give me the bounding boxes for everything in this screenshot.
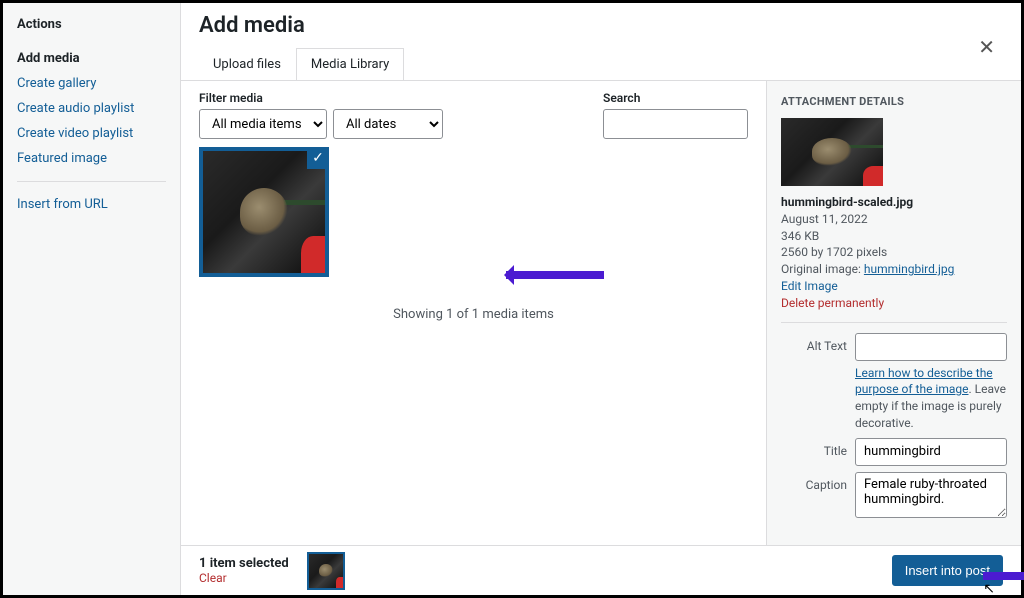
thumbnail-selected-check[interactable]: ✓ (307, 147, 329, 169)
media-pane: Filter media All media items All dates S… (181, 81, 766, 545)
tabs: Upload files Media Library (198, 38, 404, 81)
clear-selection-link[interactable]: Clear (199, 571, 289, 585)
annotation-arrow-2 (983, 572, 1024, 580)
details-date: August 11, 2022 (781, 211, 1007, 228)
sidebar-item-featured-image[interactable]: Featured image (17, 146, 166, 171)
annotation-arrow (506, 271, 604, 279)
filter-media-label: Filter media (199, 91, 443, 105)
original-image-link[interactable]: hummingbird.jpg (864, 262, 954, 276)
caption-label: Caption (781, 472, 847, 492)
footer: 1 item selected Clear Insert into post ↖ (181, 545, 1021, 595)
sidebar-item-create-video-playlist[interactable]: Create video playlist (17, 121, 166, 146)
main: Add media Upload files Media Library ✕ F… (181, 3, 1021, 595)
tab-media-library[interactable]: Media Library (296, 48, 404, 81)
alt-text-label: Alt Text (781, 333, 847, 353)
sidebar-item-create-audio-playlist[interactable]: Create audio playlist (17, 96, 166, 121)
selected-thumbnail[interactable] (307, 552, 345, 590)
sidebar-item-add-media[interactable]: Add media (17, 46, 166, 71)
page-title: Add media (199, 13, 404, 38)
details-filesize: 346 KB (781, 228, 1007, 245)
details-dimensions: 2560 by 1702 pixels (781, 244, 1007, 261)
details-heading: ATTACHMENT DETAILS (781, 95, 1007, 108)
check-icon: ✓ (312, 150, 324, 166)
alt-text-helper: Learn how to describe the purpose of the… (855, 365, 1007, 432)
sidebar-heading: Actions (17, 17, 166, 32)
sidebar-item-insert-from-url[interactable]: Insert from URL (17, 192, 166, 217)
thumbnail-image (203, 151, 325, 273)
title-input[interactable] (855, 438, 1007, 466)
sidebar-item-create-gallery[interactable]: Create gallery (17, 71, 166, 96)
close-button[interactable]: ✕ (970, 31, 1003, 63)
sidebar: Actions Add media Create gallery Create … (3, 3, 181, 595)
alt-text-input[interactable] (855, 333, 1007, 361)
filter-date-select[interactable]: All dates (333, 109, 443, 139)
tab-upload-files[interactable]: Upload files (198, 48, 296, 81)
title-label: Title (781, 438, 847, 458)
attachment-details: ATTACHMENT DETAILS hummingbird-scaled.jp… (766, 81, 1021, 545)
details-thumbnail (781, 118, 883, 186)
header: Add media Upload files Media Library ✕ (181, 3, 1021, 81)
details-original: Original image: hummingbird.jpg (781, 261, 1007, 278)
edit-image-link[interactable]: Edit Image (781, 279, 838, 293)
showing-count: Showing 1 of 1 media items (199, 307, 748, 322)
close-icon: ✕ (978, 35, 995, 59)
selection-count: 1 item selected (199, 556, 289, 571)
search-input[interactable] (603, 109, 748, 139)
media-thumbnail[interactable]: ✓ (199, 147, 329, 277)
cursor-icon: ↖ (983, 581, 995, 597)
thumbnail-grid: ✓ (199, 147, 748, 277)
caption-textarea[interactable]: Female ruby-throated hummingbird. (855, 472, 1007, 518)
content: Filter media All media items All dates S… (181, 81, 1021, 545)
divider (17, 181, 166, 182)
filter-type-select[interactable]: All media items (199, 109, 327, 139)
search-label: Search (603, 91, 748, 105)
delete-permanently-link[interactable]: Delete permanently (781, 296, 884, 310)
details-filename: hummingbird-scaled.jpg (781, 194, 1007, 211)
